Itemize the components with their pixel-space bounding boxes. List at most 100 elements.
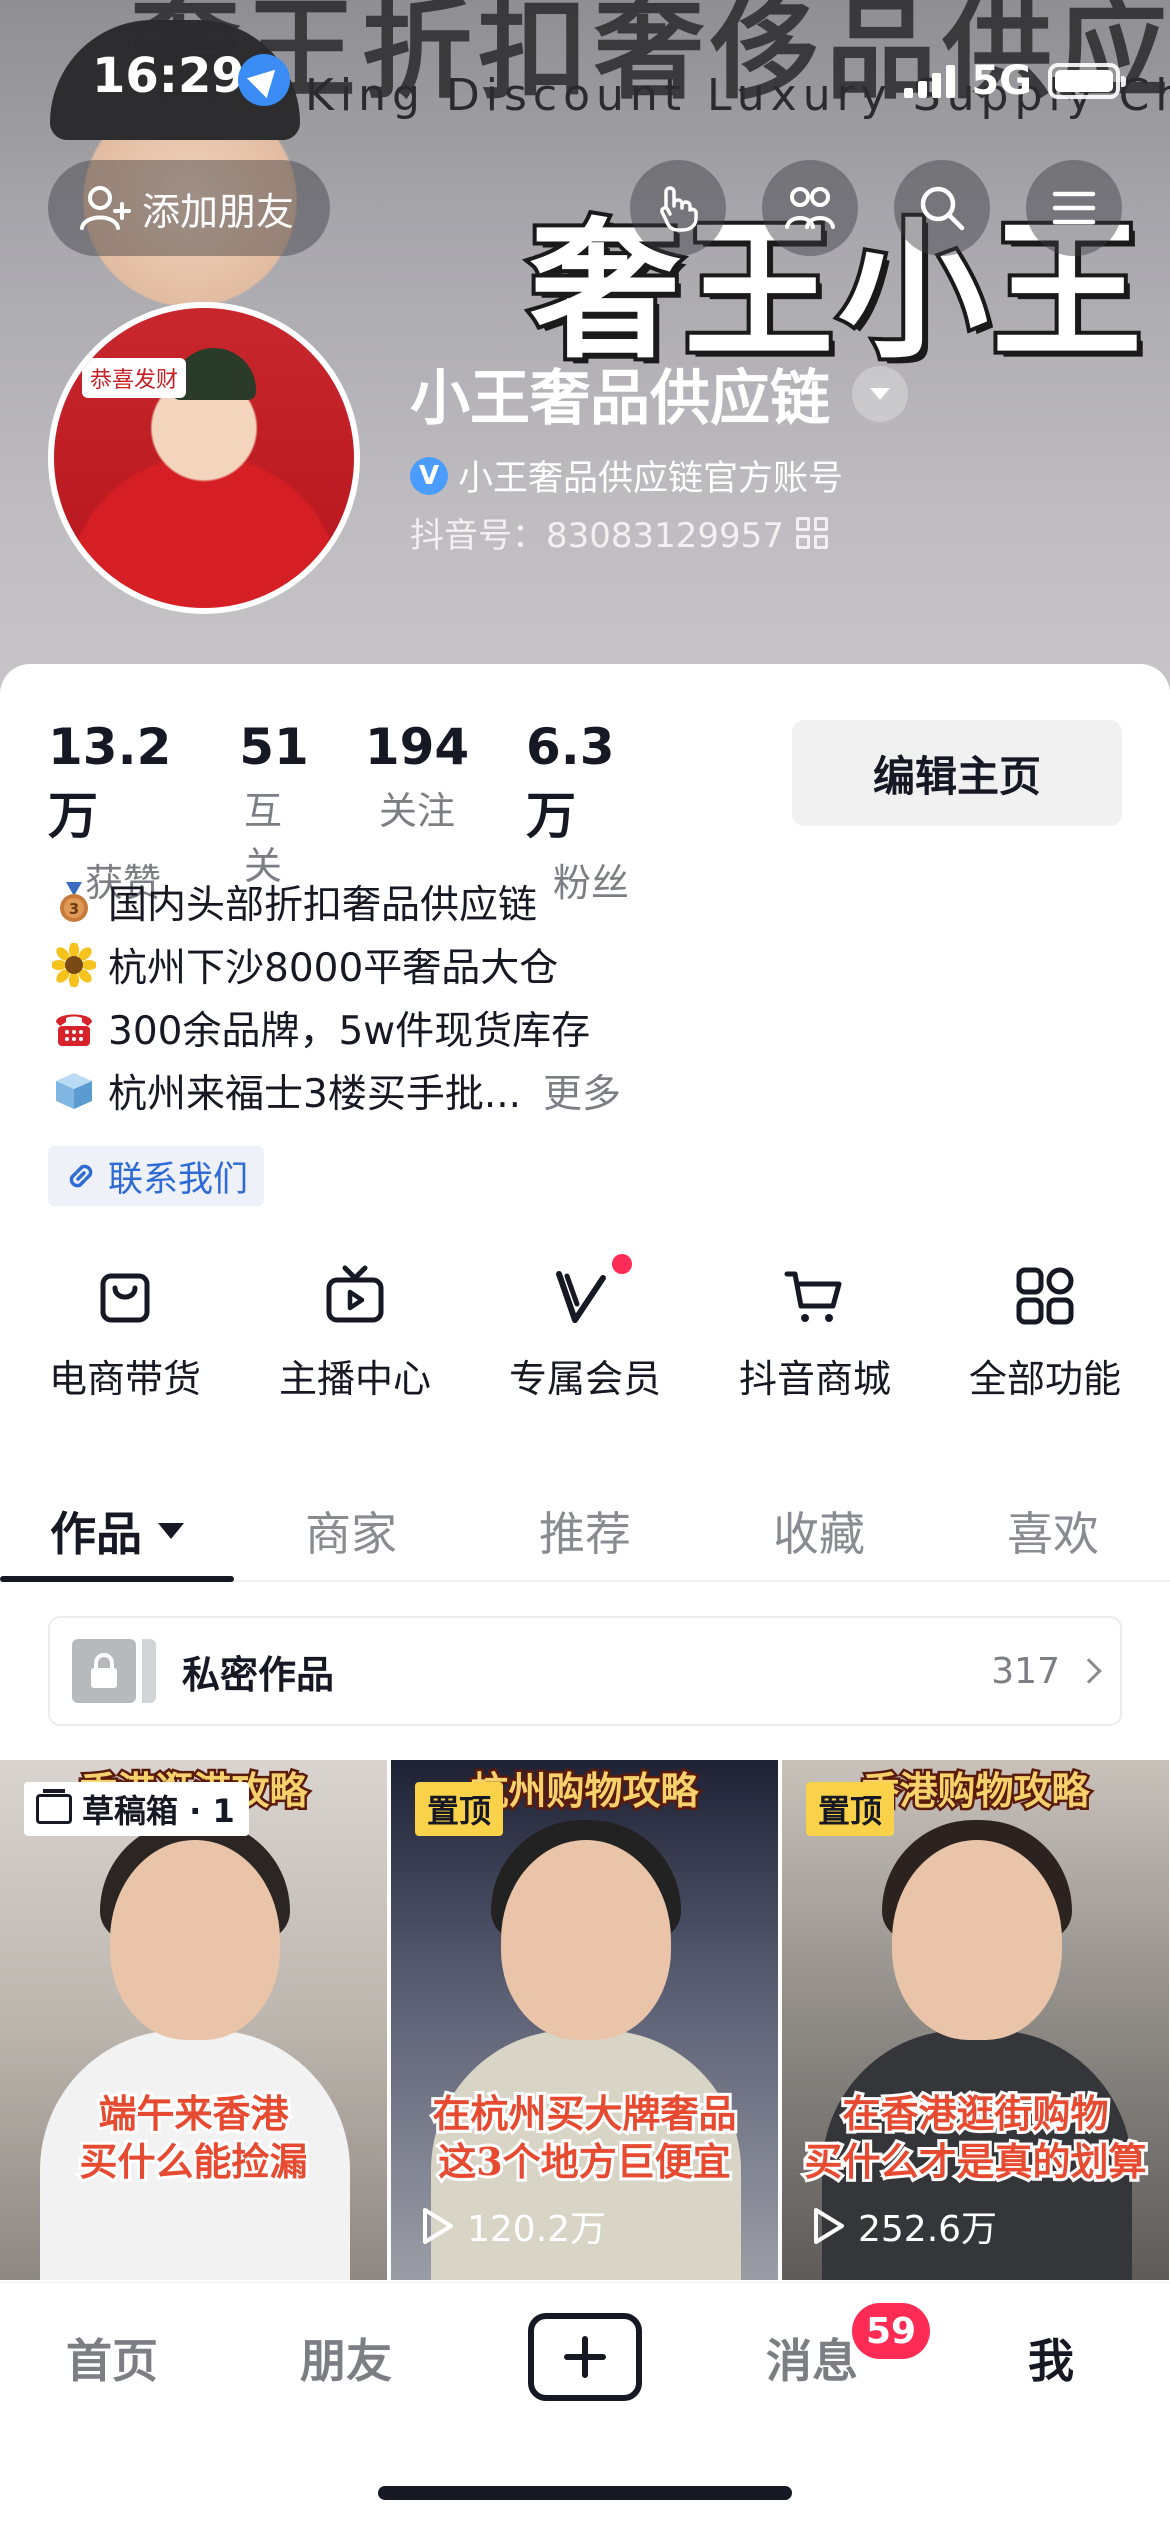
nav-me[interactable]: 我 bbox=[1028, 2325, 1074, 2391]
feature-streamer-center[interactable]: 主播中心 bbox=[240, 1254, 470, 1403]
verified-text: 小王奢品供应链官方账号 bbox=[458, 459, 844, 499]
contact-us-button[interactable]: 联系我们 bbox=[48, 1146, 265, 1206]
video-grid: 香港逛港攻略 端午来香港 买什么能捡漏 草稿箱 · 1 杭州购物攻略 在杭州买大… bbox=[0, 1760, 1170, 2280]
tv-icon bbox=[326, 1265, 384, 1323]
stat-value: 51 bbox=[239, 718, 309, 776]
bio-line: 3 国内头部折扣奢品供应链 bbox=[52, 870, 621, 933]
status-time: 16:29 bbox=[92, 48, 245, 104]
network-type: 5G bbox=[971, 58, 1032, 104]
contact-us-label: 联系我们 bbox=[108, 1159, 249, 1200]
bio-line: 杭州下沙8000平奢品大仓 bbox=[52, 933, 621, 996]
nav-friends[interactable]: 朋友 bbox=[300, 2325, 392, 2391]
draft-badge[interactable]: 草稿箱 · 1 bbox=[24, 1782, 249, 1836]
battery-icon bbox=[1048, 63, 1126, 99]
tab-likes[interactable]: 喜欢 bbox=[936, 1482, 1170, 1580]
stat-value: 13.2万 bbox=[48, 718, 172, 845]
video-thumbnail[interactable]: 杭州购物攻略 在杭州买大牌奢品 这3个地方巨便宜 置顶 120.2万 bbox=[391, 1760, 778, 2280]
search-button[interactable] bbox=[894, 160, 990, 256]
signal-icon bbox=[904, 64, 956, 98]
content-tabs: 作品 商家 推荐 收藏 喜欢 bbox=[0, 1482, 1170, 1582]
tab-works[interactable]: 作品 bbox=[0, 1482, 234, 1582]
bio-more-link[interactable]: 更多 bbox=[543, 1063, 621, 1119]
feature-shortcuts: 电商带货 主播中心 专属会员 抖音商城 全部功能 bbox=[0, 1254, 1170, 1403]
feature-label: 抖音商城 bbox=[738, 1357, 891, 1401]
profile-name: 小王奢品供应链 bbox=[410, 364, 830, 434]
add-friend-button[interactable]: 添加朋友 bbox=[48, 160, 331, 256]
profile-name-row[interactable]: 小王奢品供应链 bbox=[410, 350, 908, 437]
visitor-button[interactable] bbox=[630, 160, 726, 256]
account-switch-icon[interactable] bbox=[852, 365, 908, 422]
play-count: 120.2万 bbox=[419, 2200, 606, 2252]
location-arrow-icon bbox=[238, 54, 290, 106]
caption-line: 这3个地方巨便宜 bbox=[435, 2136, 733, 2187]
private-works-row[interactable]: 私密作品 317 bbox=[48, 1616, 1122, 1726]
play-count: 252.6万 bbox=[810, 2200, 997, 2252]
feature-ecommerce[interactable]: 电商带货 bbox=[10, 1254, 240, 1403]
home-indicator bbox=[378, 2486, 792, 2500]
edit-profile-button[interactable]: 编辑主页 bbox=[792, 720, 1122, 826]
apps-grid-icon bbox=[1016, 1267, 1074, 1325]
bio: 3 国内头部折扣奢品供应链 杭州下沙8000平奢品大仓 300余品牌，5w件现货… bbox=[52, 870, 621, 1122]
stat-value: 194 bbox=[364, 718, 470, 776]
bio-text: 杭州下沙8000平奢品大仓 bbox=[108, 945, 559, 991]
pinned-badge: 置顶 bbox=[415, 1782, 504, 1836]
video-thumbnail[interactable]: 香港逛港攻略 端午来香港 买什么能捡漏 草稿箱 · 1 bbox=[0, 1760, 387, 2280]
lock-icon bbox=[72, 1639, 162, 1703]
verification-line: V 小王奢品供应链官方账号 bbox=[410, 450, 843, 501]
nav-messages[interactable]: 消息 bbox=[766, 2325, 858, 2391]
add-friend-label: 添加朋友 bbox=[142, 189, 295, 234]
tab-label: 作品 bbox=[50, 1507, 142, 1561]
menu-button[interactable] bbox=[1026, 160, 1122, 256]
caption-line: 在香港逛街购物 bbox=[839, 2088, 1111, 2139]
feature-label: 专属会员 bbox=[508, 1357, 661, 1401]
video-caption: 端午来香港 买什么能捡漏 bbox=[0, 2088, 387, 2187]
tab-label: 商家 bbox=[305, 1507, 397, 1561]
video-thumbnail[interactable]: 香港购物攻略 在香港逛街购物 买什么才是真的划算 置顶 252.6万 bbox=[782, 1760, 1169, 2280]
stat-label: 关注 bbox=[378, 789, 455, 833]
feature-label: 全部功能 bbox=[968, 1357, 1121, 1401]
link-icon bbox=[69, 1164, 93, 1188]
bio-line: 杭州来福士3楼买手批... 更多 bbox=[52, 1059, 621, 1122]
tab-favorites[interactable]: 收藏 bbox=[702, 1482, 936, 1580]
tab-label: 推荐 bbox=[539, 1507, 631, 1561]
tab-label: 收藏 bbox=[773, 1507, 865, 1561]
feature-all-functions[interactable]: 全部功能 bbox=[930, 1254, 1160, 1403]
feature-label: 主播中心 bbox=[278, 1357, 431, 1401]
status-right: 5G bbox=[904, 58, 1126, 104]
private-works-label: 私密作品 bbox=[182, 1652, 335, 1697]
shopping-bag-icon bbox=[100, 1273, 150, 1323]
qr-code-icon[interactable] bbox=[795, 516, 828, 549]
tab-label: 喜欢 bbox=[1007, 1507, 1099, 1561]
chevron-right-icon bbox=[1076, 1658, 1102, 1684]
douyin-id-row[interactable]: 抖音号：83083129957 bbox=[410, 508, 828, 557]
nav-home[interactable]: 首页 bbox=[66, 2325, 158, 2391]
play-count-value: 120.2万 bbox=[467, 2209, 607, 2250]
two-people-icon bbox=[785, 187, 835, 229]
verified-icon: V bbox=[410, 456, 448, 495]
caption-line: 在杭州买大牌奢品 bbox=[429, 2088, 739, 2139]
sunflower-icon bbox=[52, 942, 96, 987]
avatar[interactable]: 恭喜发财 bbox=[48, 302, 360, 614]
box-icon bbox=[56, 1072, 92, 1109]
feature-membership[interactable]: 专属会员 bbox=[470, 1254, 700, 1403]
pinned-badge: 置顶 bbox=[806, 1782, 895, 1836]
tab-recommend[interactable]: 推荐 bbox=[468, 1482, 702, 1580]
cart-icon bbox=[784, 1271, 842, 1322]
drafts-box-icon bbox=[36, 1789, 72, 1824]
messages-badge: 59 bbox=[852, 2303, 931, 2359]
bio-line: 300余品牌，5w件现货库存 bbox=[52, 996, 621, 1059]
caption-line: 买什么能捡漏 bbox=[76, 2136, 310, 2187]
create-button[interactable] bbox=[528, 2313, 642, 2401]
draft-label: 草稿箱 · 1 bbox=[82, 1792, 235, 1830]
telephone-icon bbox=[56, 1014, 92, 1046]
bio-text: 300余品牌，5w件现货库存 bbox=[108, 1008, 591, 1054]
friends-button[interactable] bbox=[762, 160, 858, 256]
private-works-count: 317 bbox=[991, 1650, 1060, 1692]
tab-merchant[interactable]: 商家 bbox=[234, 1482, 468, 1580]
profile-sheet: 13.2万 获赞 51 互关 194 关注 6.3万 粉丝 编辑主页 3 国内头… bbox=[0, 664, 1170, 2532]
bio-text: 杭州来福士3楼买手批... bbox=[108, 1071, 522, 1117]
hand-pointer-icon bbox=[660, 186, 698, 232]
svg-text:3: 3 bbox=[69, 900, 79, 918]
caption-line: 端午来香港 bbox=[95, 2088, 291, 2139]
feature-douyin-mall[interactable]: 抖音商城 bbox=[700, 1254, 930, 1403]
